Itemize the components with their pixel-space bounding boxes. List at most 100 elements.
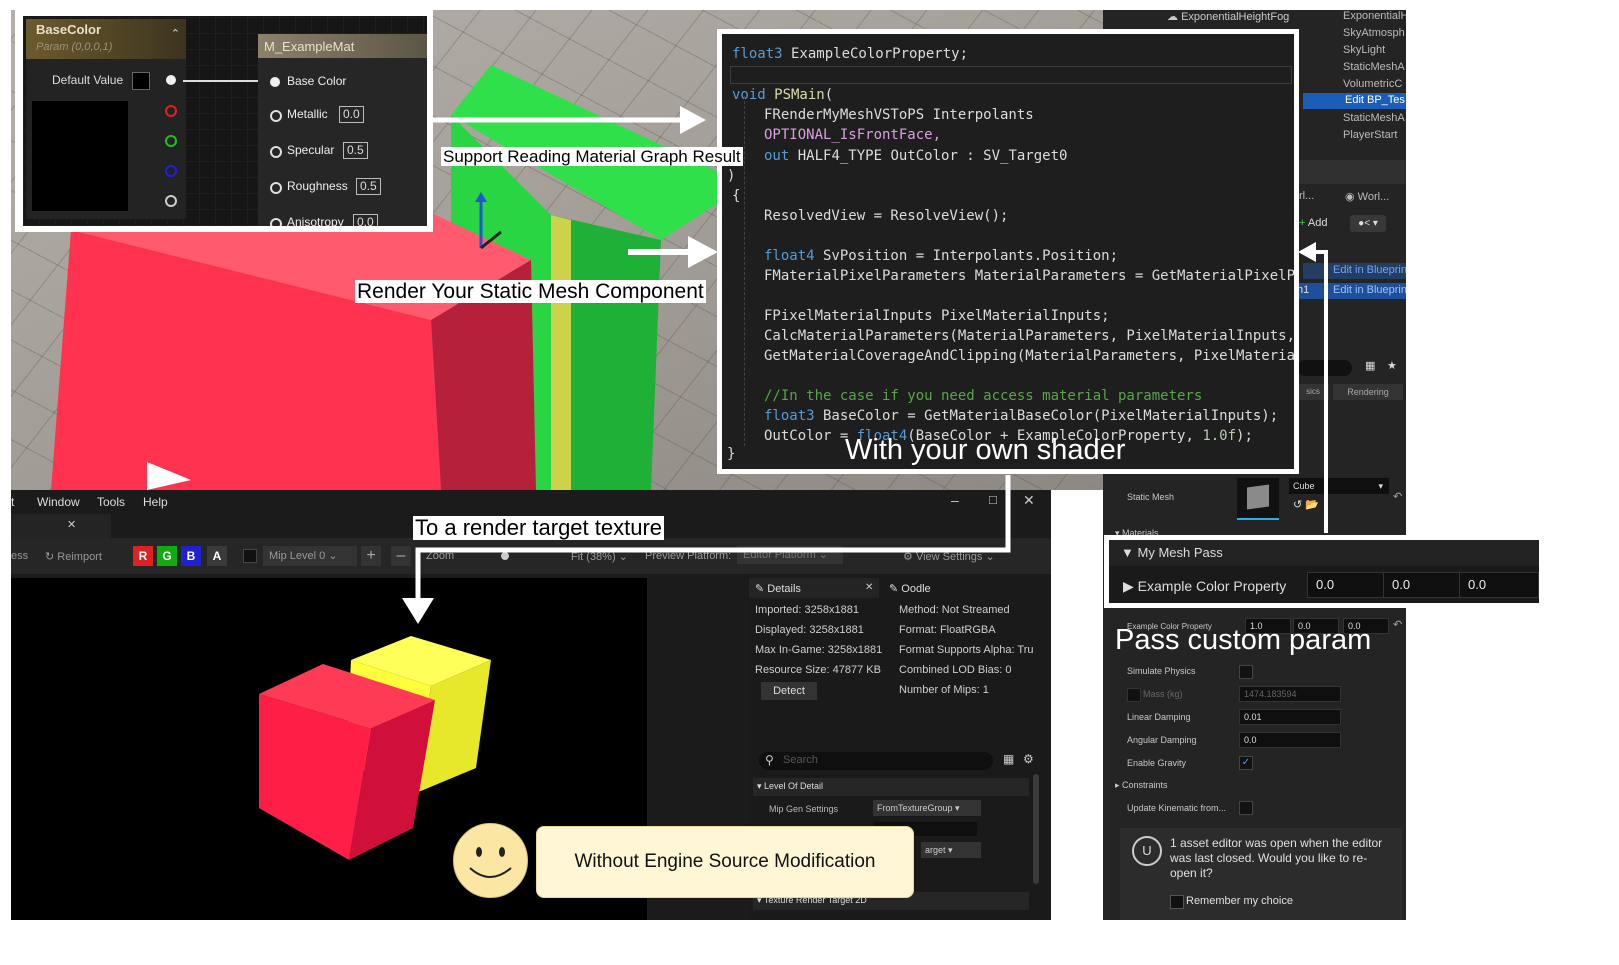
tab-physics[interactable]: sics	[1297, 384, 1329, 400]
tab-oodle[interactable]: ✎ Oodle	[889, 582, 931, 595]
output-pin-red[interactable]	[165, 105, 177, 117]
gear-icon[interactable]: ⚙	[1023, 752, 1034, 766]
channel-b-toggle[interactable]: B	[181, 546, 201, 566]
outliner-item[interactable]: PlayerStart	[1343, 129, 1397, 141]
browse-icon[interactable]: ↺ 📂	[1293, 498, 1319, 511]
document-tab[interactable]: ✕	[11, 514, 111, 538]
static-mesh-select[interactable]: Cube ▾	[1289, 478, 1389, 494]
menu-window[interactable]: Window	[37, 495, 80, 509]
channel-a-toggle[interactable]: A	[207, 546, 227, 566]
mass-override-checkbox[interactable]	[1127, 688, 1141, 702]
outliner-item[interactable]: SkyLight	[1343, 44, 1385, 56]
grid-icon[interactable]: ▦	[1365, 359, 1375, 372]
output-pin-green[interactable]	[165, 135, 177, 147]
constraints-row[interactable]: ▸ Constraints	[1115, 780, 1168, 791]
param-node-body: Default Value	[26, 59, 186, 219]
output-pin-white[interactable]	[166, 75, 176, 85]
details-search-field[interactable]: ⚲ Search	[759, 752, 993, 770]
mip-checkbox[interactable]	[243, 549, 257, 563]
add-component-button[interactable]: + Add	[1299, 217, 1327, 229]
details-search-input[interactable]	[1297, 360, 1352, 376]
specular-value[interactable]: 0.5	[343, 142, 368, 159]
lod-section-header[interactable]: ▾ Level Of Detail	[753, 778, 1029, 796]
angular-damping-field[interactable]: 0.0	[1239, 732, 1341, 748]
component-row-1[interactable]: Edit in Blueprin	[1303, 263, 1406, 279]
simulate-physics-checkbox[interactable]	[1239, 665, 1253, 679]
update-kinematic-checkbox[interactable]	[1239, 801, 1253, 815]
channel-g-toggle[interactable]: G	[157, 546, 177, 566]
remember-choice-checkbox[interactable]	[1170, 895, 1184, 909]
menu-tools[interactable]: Tools	[97, 495, 125, 509]
star-icon[interactable]: ★	[1387, 359, 1397, 372]
fit-dropdown[interactable]: Fit (38%) ⌄	[571, 550, 628, 563]
material-result-node[interactable]: M_ExampleMat	[258, 34, 427, 58]
material-graph-canvas[interactable]: BaseColor Param (0,0,0,1) ⌃ Default Valu…	[23, 16, 427, 226]
linear-damping-field[interactable]: 0.01	[1239, 709, 1341, 725]
tab-world[interactable]: ◉ Worl...	[1345, 190, 1389, 203]
chevron-up-icon[interactable]: ⌃	[171, 27, 180, 40]
mip-gen-dropdown[interactable]: FromTextureGroup ▾	[873, 800, 981, 816]
reimport-button[interactable]: ↻ Reimport	[45, 550, 102, 563]
static-mesh-value: Cube	[1293, 481, 1315, 491]
tab-close-icon[interactable]: ✕	[67, 518, 76, 531]
maximize-icon[interactable]: □	[989, 492, 997, 507]
specular-pin[interactable]	[270, 146, 282, 158]
metallic-value[interactable]: 0.0	[339, 106, 364, 123]
editor-platform-dropdown[interactable]: Editor Platform ⌄	[737, 546, 843, 564]
metallic-pin[interactable]	[270, 110, 282, 122]
physics-row-label: Enable Gravity	[1127, 758, 1187, 768]
tab-ri[interactable]: rl...	[1299, 190, 1314, 202]
outliner-item[interactable]: VolumetricC	[1343, 78, 1402, 90]
editor-platform-value: Editor Platform	[743, 549, 816, 561]
mesh-pass-property-label: ▶ Example Color Property	[1123, 578, 1286, 595]
outliner-selected-row[interactable]: Edit BP_Tes	[1303, 93, 1406, 109]
reset-icon[interactable]: ↶	[1393, 490, 1402, 503]
reset-icon[interactable]: ↶	[1393, 618, 1402, 631]
zoom-out-button[interactable]: –	[391, 546, 411, 566]
minimize-icon[interactable]: –	[951, 492, 959, 508]
zoom-in-button[interactable]: +	[361, 546, 381, 566]
outliner-item[interactable]: StaticMeshA	[1343, 61, 1405, 73]
detect-button[interactable]: Detect	[761, 682, 817, 700]
roughness-pin[interactable]	[270, 182, 282, 194]
pencil-icon: ✎	[755, 583, 765, 595]
color-swatch[interactable]	[132, 72, 150, 90]
output-pin-blue[interactable]	[165, 165, 177, 177]
target-dropdown[interactable]: arget ▾	[921, 842, 981, 858]
component-row-2[interactable]: h1 Edit in Blueprin	[1297, 283, 1406, 299]
shader-code-editor[interactable]: float3 ExampleColorProperty; void PSMain…	[722, 34, 1294, 469]
zoom-slider-handle[interactable]	[501, 552, 509, 560]
static-mesh-thumbnail[interactable]	[1237, 478, 1279, 520]
callout-render-static-mesh: Render Your Static Mesh Component	[355, 280, 706, 303]
output-pin-alpha[interactable]	[165, 195, 177, 207]
example-color-r-field[interactable]: 0.0	[1307, 572, 1387, 598]
outliner-item[interactable]: SkyAtmosph	[1343, 27, 1405, 39]
menu-file[interactable]: t	[11, 495, 14, 509]
outliner-item[interactable]: StaticMeshA	[1343, 112, 1405, 124]
outliner-item[interactable]: ExponentialH	[1343, 10, 1406, 22]
tab-rendering[interactable]: Rendering	[1333, 384, 1403, 400]
roughness-value[interactable]: 0.5	[356, 178, 381, 195]
view-settings-button[interactable]: ⚙ View Settings ⌄	[903, 550, 995, 563]
basecolor-param-node[interactable]: BaseColor Param (0,0,0,1) ⌃	[26, 19, 186, 59]
mip-level-dropdown[interactable]: Mip Level 0 ⌄	[263, 546, 357, 566]
details-scrollbar[interactable]	[1033, 774, 1039, 884]
table-view-icon[interactable]: ▦	[1003, 752, 1014, 766]
mesh-pass-header[interactable]: ▼ My Mesh Pass	[1109, 540, 1539, 566]
tab-details[interactable]: ✎ Details ✕	[749, 578, 879, 598]
channel-r-toggle[interactable]: R	[133, 546, 153, 566]
anisotropy-value[interactable]: 0.0	[353, 214, 378, 226]
mass-field[interactable]: 1474.183594	[1239, 686, 1341, 702]
tab-close-icon[interactable]: ✕	[865, 582, 873, 593]
example-color-b-field[interactable]: 0.0	[1459, 572, 1539, 598]
menu-help[interactable]: Help	[143, 495, 168, 509]
close-icon[interactable]: ✕	[1023, 492, 1035, 509]
outliner-top-item[interactable]: ☁ ExponentialHeightFog	[1167, 10, 1289, 23]
detail-method: Method: Not Streamed	[899, 604, 1010, 616]
base-color-pin[interactable]	[270, 77, 280, 87]
enable-gravity-checkbox[interactable]: ✓	[1239, 756, 1253, 770]
search-placeholder: Search	[783, 754, 818, 766]
anisotropy-pin[interactable]	[270, 218, 282, 226]
example-color-g-field[interactable]: 0.0	[1383, 572, 1463, 598]
blueprint-options-dropdown[interactable]: ●< ▾	[1350, 215, 1386, 232]
